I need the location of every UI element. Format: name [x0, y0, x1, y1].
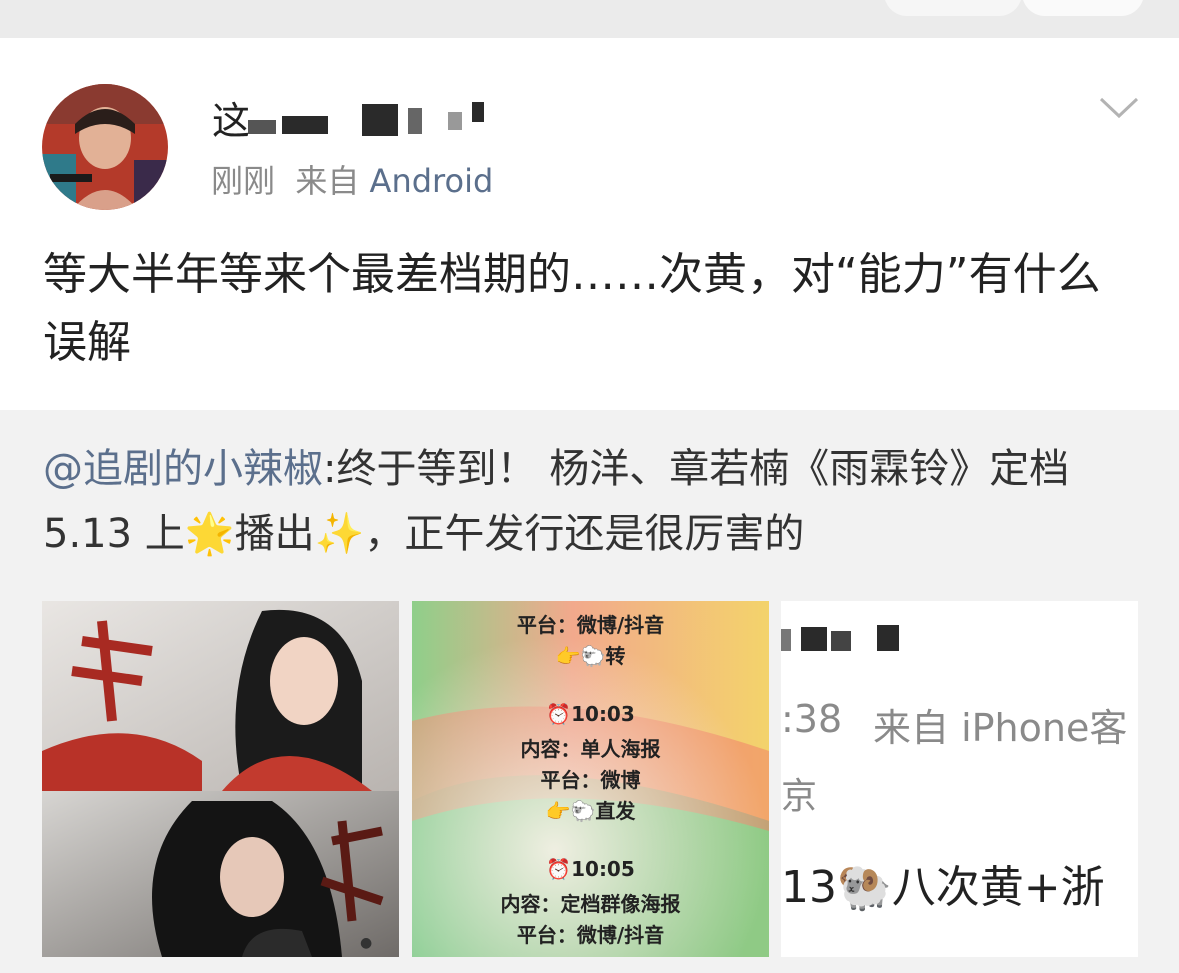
- ram-icon: 🐏: [837, 862, 892, 913]
- repost-image-screenshot[interactable]: :38 来自 iPhone客 京 13🐏八次黄+浙: [781, 601, 1138, 957]
- top-bar: [0, 0, 1179, 38]
- username-redaction: [448, 112, 462, 130]
- repost-image-schedule[interactable]: 平台：微博/抖音 👉🐑转 ⏰10:03 内容：单人海报 平台：微博 👉🐑直发 ⏰…: [412, 601, 769, 957]
- screenshot-tail: 13🐏八次黄+浙: [781, 851, 1105, 915]
- repost-text-part2: 播出: [234, 511, 315, 557]
- screenshot-redaction: [831, 631, 851, 651]
- schedule-line: 内容：定档群像海报: [500, 892, 681, 916]
- schedule-line: 👉🐑转: [555, 644, 626, 668]
- avatar[interactable]: [42, 84, 168, 210]
- screenshot-redaction: [877, 625, 899, 651]
- repost-text: @追剧的小辣椒:终于等到！ 杨洋、章若楠《雨霖铃》定档 5.13 上🌟播出✨，正…: [43, 437, 1143, 567]
- screenshot-tail-text: 八次黄+浙: [891, 862, 1105, 913]
- username-redaction: [362, 104, 398, 136]
- sparkles-icon: ✨: [314, 511, 365, 557]
- schedule-line: 平台：微博: [540, 768, 641, 792]
- star-icon: 🌟: [184, 511, 235, 557]
- screenshot-redaction: [781, 629, 791, 651]
- post-source[interactable]: Android: [370, 162, 494, 200]
- post-meta: 刚刚 来自 Android: [211, 160, 493, 202]
- chevron-down-icon[interactable]: [1098, 92, 1140, 122]
- repost-image-poster[interactable]: ●: [42, 601, 399, 957]
- screenshot-tail-number: 13: [781, 862, 837, 913]
- schedule-line: ⏰10:03: [546, 702, 635, 726]
- post-source-prefix: 来自: [295, 162, 360, 200]
- post-time: 刚刚: [211, 162, 276, 200]
- username-redaction: [282, 116, 328, 134]
- top-action-pill[interactable]: [1022, 0, 1144, 16]
- schedule-line: 👉🐑直发: [545, 799, 636, 823]
- post-text: 等大半年等来个最差档期的……次黄，对“能力”有什么误解: [43, 249, 1101, 368]
- svg-text:●: ●: [360, 935, 372, 951]
- schedule-line: 平台：微博/抖音: [516, 613, 665, 637]
- screenshot-source: 来自 iPhone客: [873, 706, 1128, 750]
- repost-text-part3: ，正午发行还是很厉害的: [364, 511, 805, 557]
- repost-mention[interactable]: @追剧的小辣椒: [43, 446, 323, 492]
- schedule-line: ⏰10:05: [546, 857, 635, 881]
- screenshot-location: 京: [781, 776, 818, 817]
- username-redaction: [472, 102, 484, 122]
- screenshot-time: :38: [781, 697, 843, 741]
- schedule-line: 平台：微博/抖音: [516, 923, 665, 947]
- search-pill[interactable]: [884, 0, 1022, 16]
- schedule-line: 内容：单人海报: [520, 737, 661, 761]
- username[interactable]: 这: [212, 98, 502, 144]
- username-visible-text: 这: [212, 99, 251, 143]
- username-redaction: [408, 108, 422, 134]
- username-redaction: [248, 120, 276, 134]
- screenshot-redaction: [801, 627, 827, 651]
